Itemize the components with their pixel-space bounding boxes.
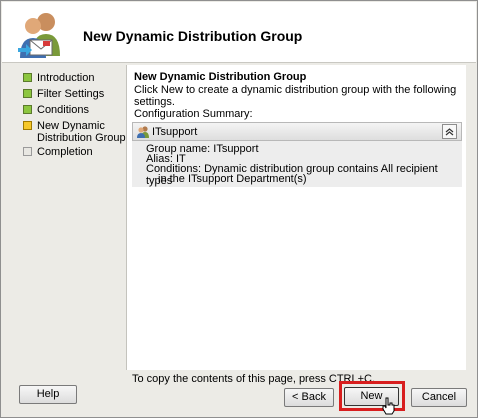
summary-label: Configuration Summary: bbox=[134, 108, 253, 120]
step-done-icon bbox=[23, 73, 32, 82]
user-group-mail-icon bbox=[18, 13, 60, 58]
step-conditions: Conditions bbox=[21, 103, 126, 119]
wizard-window: New Dynamic Distribution Group Introduct… bbox=[0, 0, 478, 418]
hand-cursor-icon bbox=[382, 397, 395, 415]
cancel-button[interactable]: Cancel bbox=[411, 388, 467, 407]
step-label: Conditions bbox=[37, 104, 89, 116]
summary-group-name: ITsupport bbox=[152, 126, 198, 138]
step-label: New Dynamic Distribution Group bbox=[37, 120, 126, 144]
wizard-header: New Dynamic Distribution Group bbox=[2, 2, 476, 62]
summary-header: ITsupport bbox=[132, 122, 462, 141]
step-done-icon bbox=[23, 105, 32, 114]
step-label-line1: New Dynamic bbox=[37, 120, 105, 132]
step-current-icon bbox=[23, 121, 32, 130]
group-icon bbox=[137, 126, 149, 138]
summary-line: in the ITsupport Department(s) bbox=[158, 173, 307, 185]
step-done-icon bbox=[23, 89, 32, 98]
step-label: Filter Settings bbox=[37, 88, 105, 100]
content-description: Click New to create a dynamic distributi… bbox=[134, 84, 457, 108]
back-button[interactable]: < Back bbox=[284, 388, 334, 407]
step-filter-settings: Filter Settings bbox=[21, 87, 126, 103]
content-panel: New Dynamic Distribution Group Click New… bbox=[126, 65, 466, 370]
header-divider bbox=[2, 62, 476, 63]
summary-body: Group name: ITsupport Alias: IT Conditio… bbox=[132, 141, 462, 187]
wizard-title: New Dynamic Distribution Group bbox=[83, 28, 303, 44]
step-label: Completion bbox=[37, 146, 93, 158]
collapse-button[interactable] bbox=[442, 124, 457, 139]
step-introduction: Introduction bbox=[21, 71, 126, 87]
step-new-dynamic-distribution-group: New Dynamic Distribution Group bbox=[21, 119, 126, 145]
step-pending-icon bbox=[23, 147, 32, 156]
content-title: New Dynamic Distribution Group bbox=[134, 71, 307, 83]
wizard-steps: Introduction Filter Settings Conditions … bbox=[21, 71, 126, 161]
step-completion: Completion bbox=[21, 145, 126, 161]
help-button[interactable]: Help bbox=[19, 385, 77, 404]
step-label: Introduction bbox=[37, 72, 95, 84]
double-chevron-up-icon bbox=[445, 128, 454, 138]
step-label-line2: Distribution Group bbox=[37, 132, 126, 144]
